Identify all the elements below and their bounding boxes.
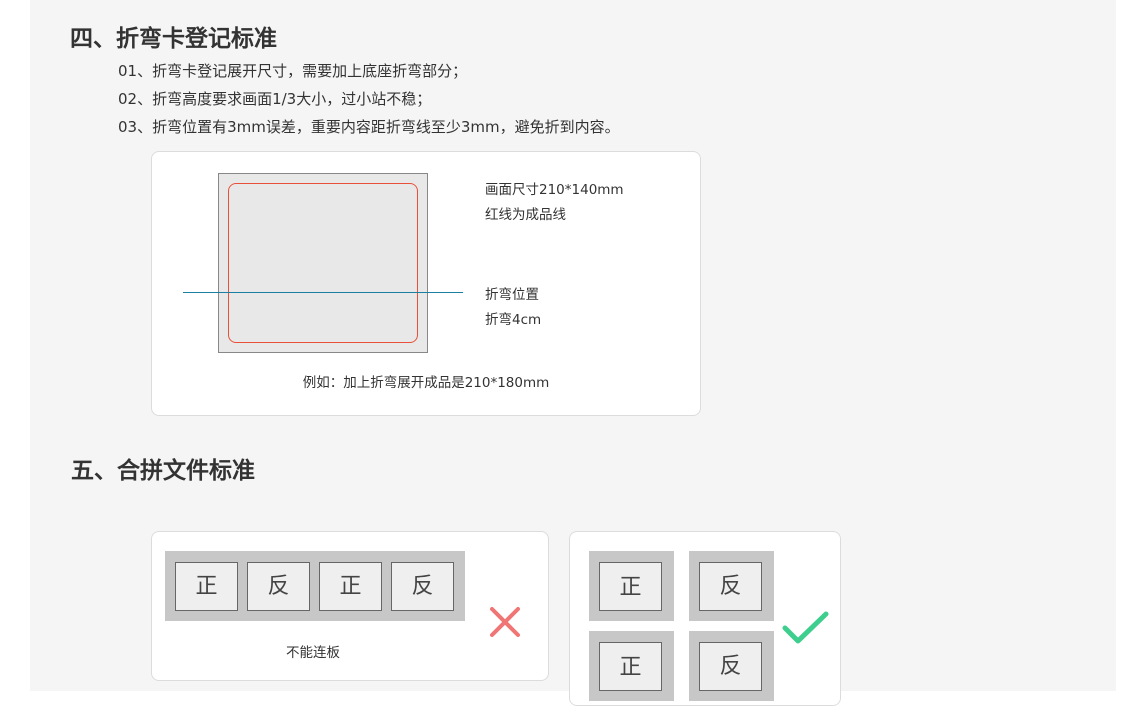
fold-position-label: 折弯位置 <box>485 287 539 303</box>
layout-cell-back: 反 <box>699 642 762 691</box>
rule-item: 01、折弯卡登记展开尺寸，需要加上底座折弯部分； <box>118 62 468 80</box>
rule-item: 02、折弯高度要求画面1/3大小，过小站不稳； <box>118 90 432 108</box>
wrong-caption: 不能连板 <box>286 645 340 661</box>
size-label: 画面尺寸210*140mm <box>485 182 624 198</box>
finish-line-box <box>228 183 418 343</box>
layout-cell-back: 反 <box>247 562 310 611</box>
cross-icon <box>490 607 520 637</box>
section-4-title: 四、折弯卡登记标准 <box>70 26 277 52</box>
redline-label: 红线为成品线 <box>485 207 566 223</box>
fold-size-label: 折弯4cm <box>485 312 542 328</box>
layout-cell-back: 反 <box>699 562 762 611</box>
layout-cell-front: 正 <box>319 562 382 611</box>
rule-item: 03、折弯位置有3mm误差，重要内容距折弯线至少3mm，避免折到内容。 <box>118 118 620 136</box>
layout-cell-back: 反 <box>391 562 454 611</box>
fold-diagram-card: 画面尺寸210*140mm 红线为成品线 折弯位置 折弯4cm 例如：加上折弯展… <box>151 151 701 416</box>
layout-cell-front: 正 <box>175 562 238 611</box>
fold-line <box>183 292 463 293</box>
rules-list: 01、折弯卡登记展开尺寸，需要加上底座折弯部分； 02、折弯高度要求画面1/3大… <box>118 57 620 141</box>
right-example-card: 正 反 正 反 <box>569 531 841 706</box>
section-5-title: 五、合拼文件标准 <box>71 458 255 484</box>
layout-cell-front: 正 <box>599 642 662 691</box>
example-caption: 例如：加上折弯展开成品是210*180mm <box>302 375 550 391</box>
check-icon <box>782 611 829 644</box>
layout-cell-front: 正 <box>599 562 662 611</box>
wrong-example-card: 正 反 正 反 不能连板 <box>151 531 549 681</box>
